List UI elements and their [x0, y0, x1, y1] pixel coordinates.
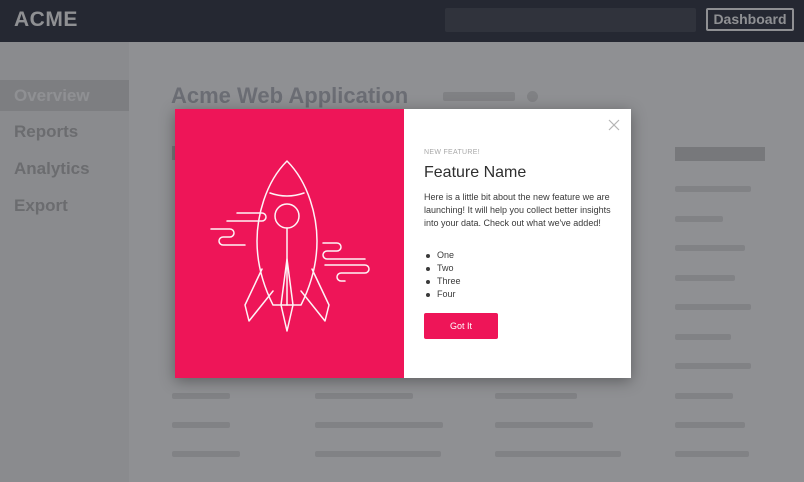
list-item: Two	[424, 262, 461, 275]
got-it-button[interactable]: Got It	[424, 313, 498, 339]
feature-eyebrow: NEW FEATURE!	[424, 149, 480, 156]
feature-description: Here is a little bit about the new featu…	[424, 192, 611, 228]
list-item-label: One	[437, 250, 455, 260]
bullet-icon	[426, 267, 430, 271]
list-item-label: Two	[437, 263, 454, 273]
list-item-label: Three	[437, 276, 461, 286]
modal-content: NEW FEATURE! Feature Name Here is a litt…	[404, 109, 631, 378]
list-item: Three	[424, 275, 461, 288]
bullet-icon	[426, 254, 430, 258]
list-item-label: Four	[437, 289, 456, 299]
bullet-icon	[426, 280, 430, 284]
feature-title: Feature Name	[424, 164, 527, 181]
modal-illustration	[175, 109, 404, 378]
list-item: Four	[424, 288, 461, 301]
bullet-icon	[426, 293, 430, 297]
feature-list: One Two Three Four	[424, 249, 461, 301]
close-icon[interactable]	[607, 118, 621, 132]
list-item: One	[424, 249, 461, 262]
feature-modal: NEW FEATURE! Feature Name Here is a litt…	[175, 109, 631, 378]
rocket-icon	[210, 160, 370, 332]
